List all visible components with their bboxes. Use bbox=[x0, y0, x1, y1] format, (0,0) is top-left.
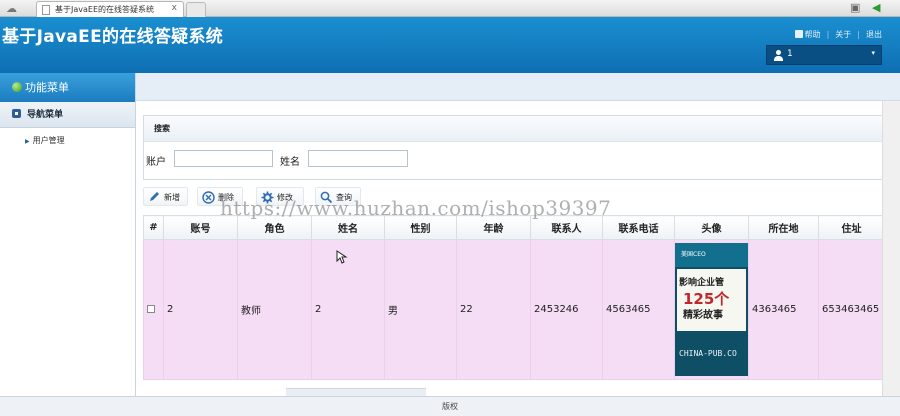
gender-cell: 男 bbox=[384, 239, 457, 380]
nav-menu-icon bbox=[12, 109, 21, 118]
pager-strip bbox=[286, 388, 426, 396]
bullet-icon: ▶ bbox=[25, 138, 30, 145]
footer: 版权 bbox=[0, 396, 900, 416]
chevron-down-icon: ▾ bbox=[871, 49, 875, 57]
page-icon bbox=[42, 5, 50, 15]
main-tab-strip bbox=[136, 73, 900, 101]
pencil-icon bbox=[150, 192, 159, 201]
column-header[interactable]: 联系电话 bbox=[602, 215, 675, 240]
move-cursor-icon bbox=[336, 250, 348, 264]
avatar-image: 美国CEO 影响企业管 125个 精彩故事 CHINA-PUB.CO bbox=[675, 243, 748, 376]
new-tab-button[interactable] bbox=[186, 2, 206, 17]
app-title: 基于JavaEE的在线答疑系统 bbox=[2, 27, 224, 47]
user-name: 1 bbox=[787, 49, 793, 59]
user-table: # 账号 角色 姓名 性别 年龄 联系人 联系电话 头像 所在地 住址 2 教师… bbox=[143, 215, 885, 380]
help-icon bbox=[794, 30, 803, 38]
column-header[interactable]: # bbox=[143, 215, 164, 240]
add-button[interactable]: 新增 bbox=[143, 187, 188, 206]
close-icon[interactable]: x bbox=[172, 3, 177, 13]
back-arrow-icon[interactable]: ◀ bbox=[872, 1, 880, 15]
row-checkbox[interactable] bbox=[147, 305, 155, 313]
sidebar-title: 功能菜单 bbox=[25, 81, 69, 94]
age-cell: 22 bbox=[456, 239, 531, 380]
copyright-text: 版权 bbox=[442, 402, 458, 411]
sidebar: 功能菜单 导航菜单 ▶ 用户管理 bbox=[0, 73, 136, 396]
search-panel-title: 搜索 bbox=[144, 116, 883, 142]
user-dropdown[interactable]: 1 ▾ bbox=[766, 45, 882, 65]
tab-title: 基于JavaEE的在线答疑系统 bbox=[55, 5, 155, 14]
logout-link[interactable]: 退出 bbox=[866, 30, 882, 39]
role-cell: 教师 bbox=[237, 239, 312, 380]
browser-tabbar: ☁ 基于JavaEE的在线答疑系统 x ▣ ◀ bbox=[0, 0, 900, 17]
menu-orb-icon bbox=[12, 82, 22, 92]
address-cell: 653463465 bbox=[818, 239, 885, 380]
sidebar-item-label: 用户管理 bbox=[32, 136, 65, 145]
browser-tab[interactable]: 基于JavaEE的在线答疑系统 x bbox=[36, 1, 184, 17]
nav-menu-header[interactable]: 导航菜单 bbox=[0, 102, 135, 128]
header-links: 帮助 | 关于 | 退出 bbox=[789, 29, 882, 40]
table-row[interactable]: 2 教师 2 男 22 2453246 4563465 美国CEO 影响企业管 … bbox=[143, 239, 885, 380]
row-select-cell[interactable] bbox=[143, 239, 164, 380]
name-input[interactable] bbox=[308, 150, 408, 167]
column-header[interactable]: 所在地 bbox=[748, 215, 819, 240]
nav-menu-label: 导航菜单 bbox=[27, 110, 64, 120]
about-link[interactable]: 关于 bbox=[835, 30, 851, 39]
main-content: 搜索 账户 姓名 新增 删除 修改 查询 # 账号 角色 姓名 性别 年龄 联系… bbox=[136, 101, 900, 396]
sidebar-header: 功能菜单 bbox=[0, 73, 135, 102]
location-cell: 4363465 bbox=[748, 239, 819, 380]
page-tools-icon[interactable]: ▣ bbox=[850, 1, 860, 15]
vertical-scrollbar[interactable] bbox=[882, 101, 900, 396]
search-panel: 搜索 bbox=[143, 115, 884, 180]
cloud-icon[interactable]: ☁ bbox=[6, 2, 22, 15]
phone-cell: 4563465 bbox=[602, 239, 675, 380]
column-header[interactable]: 头像 bbox=[674, 215, 749, 240]
column-header[interactable]: 住址 bbox=[818, 215, 885, 240]
app-header: 基于JavaEE的在线答疑系统 帮助 | 关于 | 退出 1 ▾ bbox=[0, 17, 900, 73]
name-label: 姓名 bbox=[280, 157, 300, 168]
remove-icon bbox=[202, 191, 215, 204]
watermark-text: https://www.huzhan.com/ishop39397 bbox=[220, 196, 612, 220]
help-link[interactable]: 帮助 bbox=[794, 30, 821, 39]
account-input[interactable] bbox=[174, 150, 273, 167]
avatar-cell: 美国CEO 影响企业管 125个 精彩故事 CHINA-PUB.CO bbox=[674, 239, 749, 380]
user-icon bbox=[774, 50, 783, 61]
account-cell: 2 bbox=[163, 239, 238, 380]
sidebar-item-user-management[interactable]: ▶ 用户管理 bbox=[0, 128, 135, 146]
contact-cell: 2453246 bbox=[530, 239, 603, 380]
account-label: 账户 bbox=[146, 157, 166, 168]
